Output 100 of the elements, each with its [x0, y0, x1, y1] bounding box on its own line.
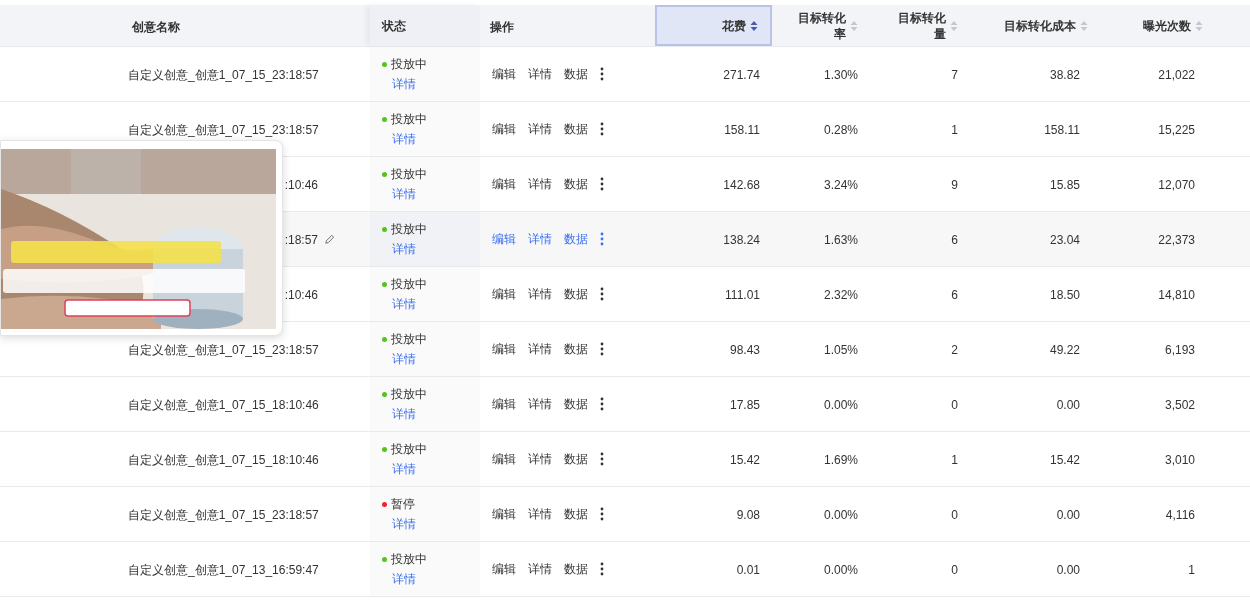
action-link[interactable]: 详情 — [528, 560, 552, 578]
creative-name: :18:57 — [284, 233, 318, 247]
column-label: 目标转化率 — [797, 9, 846, 42]
action-link[interactable]: 数据 — [564, 65, 588, 83]
action-link[interactable]: 数据 — [564, 230, 588, 248]
table-row[interactable]: 自定义创意_创意1_07_13_16:59:47 投放中 详情 编辑 详情 数据 0.01 0.00% 0 0.00 1 — [0, 542, 1250, 597]
table-cell: 0.00 — [1056, 398, 1080, 412]
table-row[interactable]: 自定义创意_创意1_07_15_23:18:57 投放中 详情 编辑 详情 数据 271.74 1.30% 7 38.82 21,022 — [0, 47, 1250, 102]
table-cell: 7 — [951, 68, 958, 82]
creative-name: 自定义创意_创意1_07_15_23:18:57 — [128, 68, 319, 82]
more-icon[interactable] — [600, 122, 604, 136]
table-cell: 15,225 — [1158, 123, 1195, 137]
table-cell: 38.82 — [1049, 68, 1080, 82]
action-link[interactable]: 详情 — [528, 340, 552, 358]
edit-icon[interactable] — [324, 233, 335, 245]
action-link[interactable]: 数据 — [564, 120, 588, 138]
action-link[interactable]: 详情 — [528, 65, 552, 83]
column-header[interactable]: 曝光次数 — [1100, 5, 1215, 46]
table-cell: 0 — [951, 398, 958, 412]
action-link[interactable]: 编辑 — [492, 65, 516, 83]
action-link[interactable]: 数据 — [564, 340, 588, 358]
status-text: 投放中 — [391, 386, 427, 403]
action-link[interactable]: 详情 — [528, 395, 552, 413]
status-text: 投放中 — [391, 221, 427, 238]
action-link[interactable]: 编辑 — [492, 230, 516, 248]
action-link[interactable]: 详情 — [528, 175, 552, 193]
action-link[interactable]: 数据 — [564, 450, 588, 468]
details-link[interactable]: 详情 — [382, 295, 416, 313]
more-icon[interactable] — [600, 342, 604, 356]
table-cell: 0.01 — [736, 563, 760, 577]
table-cell: 3,010 — [1164, 453, 1195, 467]
action-link[interactable]: 详情 — [528, 230, 552, 248]
column-header[interactable]: 目标转化率 — [772, 5, 870, 46]
table-cell: 21,022 — [1158, 68, 1195, 82]
details-link[interactable]: 详情 — [382, 460, 416, 478]
creative-name: 自定义创意_创意1_07_13_16:59:47 — [128, 563, 319, 577]
column-header[interactable]: 目标转化量 — [870, 5, 970, 46]
table-cell: 138.24 — [723, 233, 760, 247]
column-header[interactable]: 花费 — [655, 5, 772, 46]
table-cell: 4,116 — [1165, 508, 1195, 522]
action-link[interactable]: 编辑 — [492, 340, 516, 358]
action-link[interactable]: 编辑 — [492, 120, 516, 138]
action-link[interactable]: 详情 — [528, 505, 552, 523]
more-icon[interactable] — [600, 397, 604, 411]
action-link[interactable]: 数据 — [564, 175, 588, 193]
status-text: 投放中 — [391, 551, 427, 568]
table-row[interactable]: 自定义创意_创意1_07_15_23:18:57 暂停 详情 编辑 详情 数据 9.08 0.00% 0 0.00 4,116 — [0, 487, 1250, 542]
action-link[interactable]: 数据 — [564, 505, 588, 523]
more-icon[interactable] — [600, 562, 604, 576]
action-link[interactable]: 详情 — [528, 120, 552, 138]
action-link[interactable]: 编辑 — [492, 395, 516, 413]
action-link[interactable]: 编辑 — [492, 560, 516, 578]
more-icon[interactable] — [600, 177, 604, 191]
creative-name: 自定义创意_创意1_07_15_18:10:46 — [128, 453, 319, 467]
table-cell: 0.00 — [1056, 563, 1080, 577]
details-link[interactable]: 详情 — [382, 130, 416, 148]
more-icon[interactable] — [600, 452, 604, 466]
table-cell: 49.22 — [1049, 343, 1080, 357]
details-link[interactable]: 详情 — [382, 570, 416, 588]
action-link[interactable]: 数据 — [564, 560, 588, 578]
table-row[interactable]: 自定义创意_创意1_07_15_18:10:46 投放中 详情 编辑 详情 数据 15.42 1.69% 1 15.42 3,010 — [0, 432, 1250, 487]
details-link[interactable]: 详情 — [382, 185, 416, 203]
table-cell: 6,193 — [1164, 343, 1195, 357]
table-cell: 1.69% — [823, 453, 858, 467]
table-cell: 98.43 — [729, 343, 760, 357]
details-link[interactable]: 详情 — [382, 75, 416, 93]
more-icon[interactable] — [600, 287, 604, 301]
table-cell: 18.50 — [1049, 288, 1080, 302]
details-link[interactable]: 详情 — [382, 405, 416, 423]
details-link[interactable]: 详情 — [382, 240, 416, 258]
action-link[interactable]: 编辑 — [492, 505, 516, 523]
action-link[interactable]: 详情 — [528, 285, 552, 303]
table-row[interactable]: 自定义创意_创意1_07_15_18:10:46 投放中 详情 编辑 详情 数据 17.85 0.00% 0 0.00 3,502 — [0, 377, 1250, 432]
column-header[interactable]: 目标转化成本 — [970, 5, 1100, 46]
table-cell: 2 — [951, 343, 958, 357]
status-text: 投放中 — [391, 276, 427, 293]
action-link[interactable]: 编辑 — [492, 285, 516, 303]
table-cell: 23.04 — [1049, 233, 1080, 247]
status-text: 投放中 — [391, 56, 427, 73]
table-cell: 6 — [951, 288, 958, 302]
table-cell: 15.42 — [729, 453, 760, 467]
more-icon[interactable] — [600, 67, 604, 81]
table-cell: 158.11 — [724, 123, 760, 137]
creative-name: 自定义创意_创意1_07_15_23:18:57 — [128, 508, 319, 522]
action-link[interactable]: 数据 — [564, 285, 588, 303]
action-link[interactable]: 编辑 — [492, 450, 516, 468]
details-link[interactable]: 详情 — [382, 350, 416, 368]
sort-icon[interactable] — [750, 19, 758, 32]
status-text: 投放中 — [391, 166, 427, 183]
action-link[interactable]: 编辑 — [492, 175, 516, 193]
table-cell: 0.28% — [823, 123, 858, 137]
action-link[interactable]: 详情 — [528, 450, 552, 468]
table-cell: 1 — [951, 453, 958, 467]
table-row[interactable]: 自定义创意_创意1_07_15_23:18:57 投放中 详情 编辑 详情 数据 98.43 1.05% 2 49.22 6,193 — [0, 322, 1250, 377]
more-icon[interactable] — [600, 507, 604, 521]
action-link[interactable]: 数据 — [564, 395, 588, 413]
table-cell: 9.08 — [736, 508, 760, 522]
details-link[interactable]: 详情 — [382, 515, 416, 533]
table-cell: 1 — [1188, 563, 1195, 577]
creative-name: 自定义创意_创意1_07_15_18:10:46 — [128, 398, 319, 412]
